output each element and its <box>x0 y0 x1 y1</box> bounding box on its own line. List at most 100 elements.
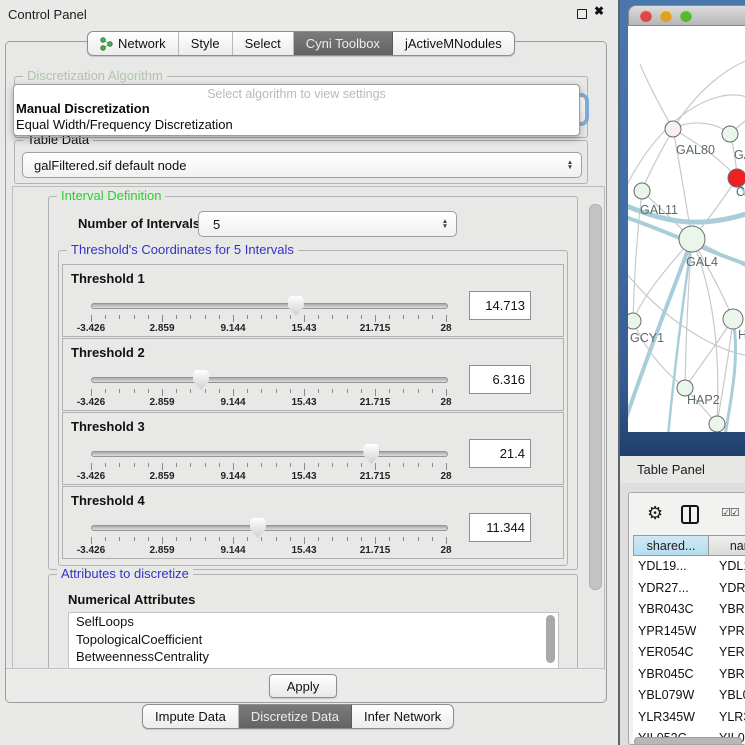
threshold-slider-thumb[interactable] <box>288 296 304 316</box>
table-horizontal-scrollbar-thumb[interactable] <box>634 737 742 745</box>
split-columns-icon[interactable] <box>681 505 699 524</box>
table-row[interactable]: YDL19...YDL1 <box>633 556 745 578</box>
numerical-attributes-list: SelfLoopsTopologicalCoefficientBetweenne… <box>68 612 559 669</box>
attribute-list-item[interactable]: TopologicalCoefficient <box>69 631 558 649</box>
apply-button[interactable]: Apply <box>269 674 337 698</box>
network-node-gal80[interactable] <box>665 121 681 137</box>
close-traffic-light[interactable] <box>640 10 652 22</box>
slider-tick <box>318 537 319 541</box>
slider-tick <box>375 315 376 322</box>
popup-item-manual-discretization[interactable]: Manual Discretization <box>14 101 579 117</box>
slider-tick <box>418 389 419 393</box>
table-column-header-shared[interactable]: shared... <box>633 535 709 556</box>
tab-label: jActiveMNodules <box>405 36 502 51</box>
slider-track[interactable] <box>91 377 448 383</box>
slider-tick <box>290 463 291 467</box>
table-data-combobox[interactable]: galFiltered.sif default node ▲▼ <box>22 152 582 178</box>
table-cell: YPR1 <box>714 621 745 643</box>
network-node-label: GAL11 <box>640 203 678 217</box>
slider-tick <box>361 537 362 541</box>
slider-track[interactable] <box>91 525 448 531</box>
network-node-gal11[interactable] <box>634 183 650 199</box>
slider-tick <box>105 389 106 393</box>
network-node-gcy1[interactable] <box>628 313 641 329</box>
table-row[interactable]: YPR145WYPR1 <box>633 621 745 643</box>
algorithm-dropdown-popup: Select algorithm to view settings Manual… <box>13 84 580 136</box>
threshold-slider-thumb[interactable] <box>363 444 379 464</box>
slider-tick-label: 15.43 <box>274 471 334 482</box>
slider-tick <box>432 389 433 393</box>
threshold-value-input[interactable] <box>469 291 531 320</box>
settings-gear-icon[interactable]: ⚙ <box>647 503 663 524</box>
slider-tick-label: 9.144 <box>203 471 263 482</box>
apply-button-label: Apply <box>287 679 320 694</box>
network-node[interactable] <box>709 416 725 432</box>
table-row[interactable]: YLR345WYLR3 <box>633 707 745 729</box>
slider-tick <box>432 537 433 541</box>
network-node-label: H <box>738 328 745 342</box>
tab-cyni-toolbox[interactable]: Cyni Toolbox <box>294 32 393 55</box>
table-column-header-name[interactable]: name <box>709 535 745 556</box>
network-node-h[interactable] <box>723 309 743 329</box>
attribute-list-item[interactable]: BetweennessCentrality <box>69 648 558 666</box>
vertical-scrollbar-thumb[interactable] <box>589 204 602 590</box>
tab-label: Style <box>191 36 220 51</box>
slider-tick <box>134 537 135 541</box>
network-node-label: GCY1 <box>630 331 664 345</box>
slider-tick <box>148 463 149 467</box>
slider-tick <box>446 315 447 322</box>
slider-tick-label: -3.426 <box>61 471 121 482</box>
combo-stepper-icon: ▲▼ <box>562 160 581 171</box>
threshold-value-input[interactable] <box>469 513 531 542</box>
slider-tick <box>332 389 333 393</box>
slider-tick-label: 21.715 <box>345 545 405 556</box>
slider-tick <box>247 389 248 393</box>
tab-network[interactable]: Network <box>88 32 179 55</box>
table-row[interactable]: YDR27...YDR2 <box>633 578 745 600</box>
number-of-intervals-combobox[interactable]: 5 ▲▼ <box>198 211 457 237</box>
tab-label: Infer Network <box>364 709 441 724</box>
float-window-icon[interactable] <box>577 9 587 19</box>
network-node-gal4[interactable] <box>679 226 705 252</box>
slider-tick <box>347 315 348 319</box>
slider-tick-label: 2.859 <box>132 323 192 334</box>
slider-tick-label: 15.43 <box>274 397 334 408</box>
table-cell: YLR345W <box>633 707 714 729</box>
tab-style[interactable]: Style <box>179 32 233 55</box>
slider-track[interactable] <box>91 451 448 457</box>
threshold-value-input[interactable] <box>469 365 531 394</box>
close-icon[interactable]: ✖ <box>594 4 604 18</box>
zoom-traffic-light[interactable] <box>680 10 692 22</box>
network-icon <box>100 37 113 51</box>
popup-item-equal-width-frequency-discretization[interactable]: Equal Width/Frequency Discretization <box>14 117 579 133</box>
table-row[interactable]: YER054CYER0 <box>633 642 745 664</box>
slider-tick <box>347 463 348 467</box>
slider-tick <box>190 537 191 541</box>
tab-impute-data[interactable]: Impute Data <box>143 705 239 728</box>
table-row[interactable]: YBR043CYBR0 <box>633 599 745 621</box>
table-cell: YER0 <box>714 642 745 664</box>
slider-track[interactable] <box>91 303 448 309</box>
threshold-slider-thumb[interactable] <box>193 370 209 390</box>
network-node-ga[interactable] <box>722 126 738 142</box>
slider-tick-label: 21.715 <box>345 471 405 482</box>
minimize-traffic-light[interactable] <box>660 10 672 22</box>
slider-tick <box>304 463 305 470</box>
tab-jactivemnodules[interactable]: jActiveMNodules <box>393 32 514 55</box>
table-row[interactable]: YBL079WYBL0 <box>633 685 745 707</box>
slider-tick <box>233 389 234 396</box>
select-columns-checkboxes-icon[interactable]: ☑☑ <box>721 506 739 519</box>
threshold-value-input[interactable] <box>469 439 531 468</box>
slider-tick <box>91 463 92 470</box>
tab-select[interactable]: Select <box>233 32 294 55</box>
tab-infer-network[interactable]: Infer Network <box>352 705 453 728</box>
table-row[interactable]: YBR045CYBR0 <box>633 664 745 686</box>
slider-tick <box>361 315 362 319</box>
node-table-card: ⚙ ☑☑ shared...name YDL19...YDL1YDR27...Y… <box>628 492 745 745</box>
network-view-canvas[interactable]: GAL80GACGAL11GAL4GCY1HHAP2 <box>628 26 745 432</box>
threshold-slider-thumb[interactable] <box>250 518 266 538</box>
slider-tick <box>134 389 135 393</box>
tab-discretize-data[interactable]: Discretize Data <box>239 705 352 728</box>
attribute-list-item[interactable]: SelfLoops <box>69 613 558 631</box>
attributes-list-scrollbar-thumb[interactable] <box>546 615 555 663</box>
